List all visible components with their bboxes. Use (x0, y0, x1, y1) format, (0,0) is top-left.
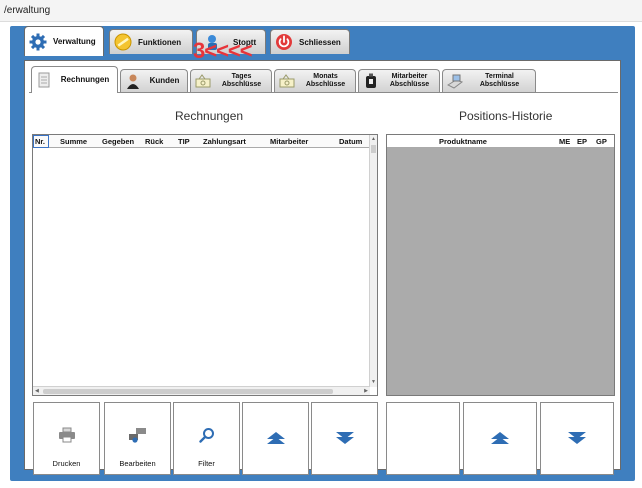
scroll-right-icon[interactable]: ▶ (364, 388, 368, 394)
cash-icon (278, 72, 296, 90)
annotation-text: 3<<<< (193, 38, 253, 63)
subtab-tages-abschluesse[interactable]: Tages Abschlüsse (190, 69, 272, 92)
subtab-rechnungen[interactable]: Rechnungen (31, 66, 118, 93)
column-header[interactable]: Summe (60, 137, 87, 146)
power-icon (275, 33, 293, 51)
rechnungen-table[interactable]: Nr. Summe Gegeben Rück TIP Zahlungsart M… (32, 134, 378, 396)
column-header[interactable]: ME (559, 137, 570, 146)
column-header[interactable]: EP (577, 137, 587, 146)
tab-label: Verwaltung (53, 37, 96, 46)
column-header[interactable]: Nr. (35, 137, 45, 146)
employee-icon (362, 72, 380, 90)
up-icon (490, 431, 510, 450)
tab-label: Schliessen (299, 37, 341, 47)
positions-historie-title: Positions-Historie (459, 109, 553, 123)
edit-button[interactable]: Bearbeiten (104, 402, 171, 475)
vertical-scrollbar[interactable]: ▲ ▼ (369, 135, 377, 387)
search-icon (198, 427, 215, 448)
coin-icon (114, 33, 132, 51)
horizontal-scrollbar[interactable]: ◀ ▶ (33, 386, 370, 395)
subtab-label: Mitarbeiter Abschlüsse (389, 73, 430, 88)
rechnungen-title: Rechnungen (175, 109, 244, 123)
tab-funktionen[interactable]: Funktionen (109, 29, 193, 54)
scroll-thumb[interactable] (43, 389, 333, 394)
printer-icon (58, 427, 76, 448)
customer-icon (124, 72, 142, 90)
scroll-down-icon[interactable]: ▼ (371, 379, 376, 385)
tab-verwaltung[interactable]: Verwaltung (24, 26, 104, 56)
tab-label: Funktionen (138, 37, 182, 47)
button-label: Bearbeiten (119, 459, 156, 468)
scroll-up-icon[interactable]: ▲ (371, 136, 376, 142)
column-header[interactable]: GP (596, 137, 607, 146)
subtab-monats-abschluesse[interactable]: Monats Abschlüsse (274, 69, 356, 92)
positions-table[interactable]: Produktname ME EP GP (386, 134, 615, 396)
edit-icon (128, 427, 148, 448)
table-header: Produktname ME EP GP (387, 135, 614, 148)
scroll-thumb[interactable] (371, 145, 376, 153)
up-icon (266, 431, 286, 450)
column-header[interactable]: Mitarbeiter (270, 137, 308, 146)
scroll-down-button[interactable] (311, 402, 378, 475)
window-titlebar: /erwaltung (0, 0, 642, 22)
cash-icon (194, 72, 212, 90)
blank-button[interactable] (386, 402, 460, 475)
annotation-arrow: 3<<<< (193, 38, 253, 64)
subtab-mitarbeiter-abschluesse[interactable]: Mitarbeiter Abschlüsse (358, 69, 440, 92)
filter-button[interactable]: Filter (173, 402, 240, 475)
down-icon (335, 431, 355, 450)
subtab-label: Rechnungen (60, 75, 110, 84)
app-frame: Verwaltung Funktionen Stoptt Schliessen … (10, 26, 635, 481)
tab-schliessen[interactable]: Schliessen (270, 29, 350, 54)
terminal-icon (446, 72, 464, 90)
subtab-terminal-abschluesse[interactable]: Terminal Abschlüsse (442, 69, 536, 92)
column-header[interactable]: Rück (145, 137, 163, 146)
subtab-label: Monats Abschlüsse (305, 73, 346, 88)
scroll-up-button[interactable] (242, 402, 309, 475)
table-header: Nr. Summe Gegeben Rück TIP Zahlungsart M… (33, 135, 370, 148)
history-up-button[interactable] (463, 402, 537, 475)
subtab-label: Tages Abschlüsse (221, 73, 262, 88)
column-header[interactable]: Gegeben (102, 137, 134, 146)
gear-icon (29, 33, 47, 51)
down-icon (567, 431, 587, 450)
subtab-label: Terminal Abschlüsse (479, 73, 520, 88)
scroll-left-icon[interactable]: ◀ (35, 388, 39, 394)
print-button[interactable]: Drucken (33, 402, 100, 475)
column-header[interactable]: Zahlungsart (203, 137, 246, 146)
button-label: Drucken (52, 459, 81, 468)
column-header[interactable]: Datum (339, 137, 362, 146)
column-header[interactable]: Produktname (439, 137, 487, 146)
subtab-kunden[interactable]: Kunden (120, 69, 188, 92)
window-title: /erwaltung (4, 5, 51, 16)
document-icon (35, 71, 53, 89)
subtab-label: Kunden (149, 76, 180, 85)
column-header[interactable]: TIP (178, 137, 190, 146)
button-label: Filter (198, 459, 215, 468)
history-down-button[interactable] (540, 402, 614, 475)
